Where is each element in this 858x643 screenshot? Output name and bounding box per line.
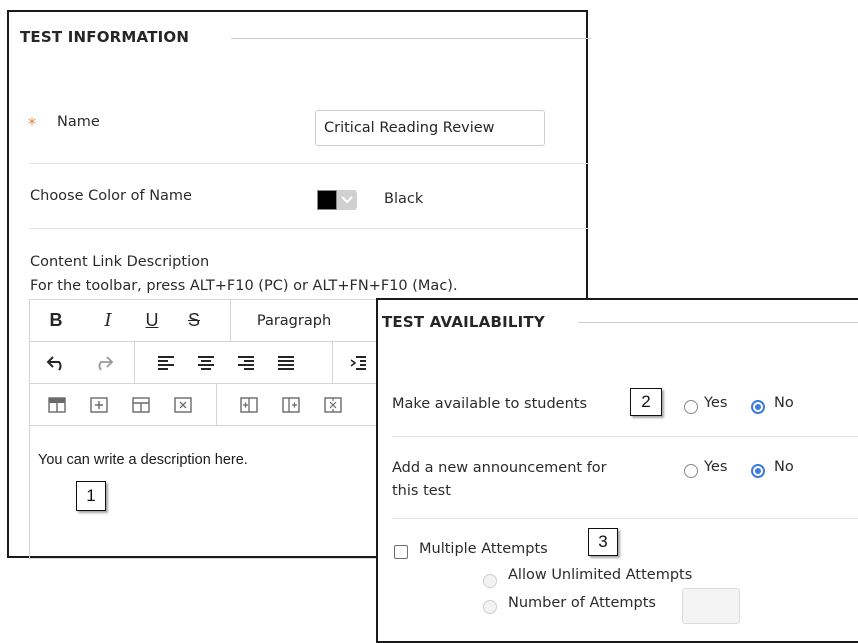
editor-content[interactable]: You can write a description here. (38, 452, 248, 468)
indent-icon[interactable] (346, 342, 370, 383)
color-swatch (317, 190, 337, 210)
color-value: Black (384, 191, 424, 207)
section-divider (578, 322, 858, 323)
delete-column-icon[interactable] (320, 384, 346, 425)
align-left-icon[interactable] (154, 342, 178, 383)
bold-button[interactable]: B (44, 300, 68, 341)
strikethrough-button[interactable]: S (182, 300, 206, 341)
toolbar-separator (216, 384, 217, 425)
color-of-name-label: Choose Color of Name (30, 188, 192, 204)
justify-icon[interactable] (274, 342, 298, 383)
toolbar-hint: For the toolbar, press ALT+F10 (PC) or A… (30, 278, 458, 294)
paragraph-format-dropdown[interactable]: Paragraph (244, 300, 344, 341)
row-divider (392, 518, 858, 519)
color-picker[interactable] (317, 190, 357, 210)
allow-unlimited-attempts-radio[interactable] (483, 574, 497, 588)
make-available-yes-radio[interactable] (684, 400, 698, 414)
chevron-down-icon[interactable] (337, 190, 357, 210)
callout-2: 2 (630, 388, 662, 416)
content-link-description-label: Content Link Description (30, 254, 210, 270)
align-right-icon[interactable] (234, 342, 258, 383)
number-of-attempts-input[interactable] (682, 588, 740, 624)
name-label: Name (57, 114, 100, 130)
make-available-no-label: No (774, 395, 794, 411)
table-row-icon[interactable] (128, 384, 154, 425)
table-delete-icon[interactable] (170, 384, 196, 425)
insert-column-right-icon[interactable] (278, 384, 304, 425)
required-asterisk: * (28, 114, 36, 133)
undo-icon[interactable] (44, 342, 70, 383)
make-available-label: Make available to students (392, 396, 588, 412)
toolbar-separator (134, 342, 135, 383)
callout-1: 1 (76, 481, 106, 511)
make-available-yes-label: Yes (704, 395, 728, 411)
redo-icon[interactable] (90, 342, 116, 383)
test-information-title: TEST INFORMATION (20, 28, 190, 46)
align-center-icon[interactable] (194, 342, 218, 383)
announcement-yes-label: Yes (704, 459, 728, 475)
make-available-no-radio[interactable] (751, 400, 765, 414)
toolbar-separator (230, 300, 231, 341)
name-input[interactable]: Critical Reading Review (315, 110, 545, 146)
announcement-yes-radio[interactable] (684, 464, 698, 478)
multiple-attempts-checkbox[interactable] (394, 545, 408, 559)
multiple-attempts-label: Multiple Attempts (419, 541, 548, 557)
test-availability-title: TEST AVAILABILITY (382, 313, 545, 331)
underline-button[interactable]: U (140, 300, 164, 341)
announcement-label-line2: this test (392, 483, 451, 499)
announcement-label-line1: Add a new announcement for (392, 460, 607, 476)
italic-button[interactable]: I (96, 300, 120, 341)
allow-unlimited-attempts-label: Allow Unlimited Attempts (508, 567, 693, 583)
toolbar-separator (332, 342, 333, 383)
number-of-attempts-label: Number of Attempts (508, 595, 656, 611)
section-divider (231, 38, 591, 39)
table-cell-icon[interactable] (86, 384, 112, 425)
announcement-no-label: No (774, 459, 794, 475)
callout-3: 3 (588, 528, 618, 556)
table-icon[interactable] (44, 384, 70, 425)
row-divider (29, 163, 589, 164)
number-of-attempts-radio[interactable] (483, 600, 497, 614)
row-divider (392, 436, 858, 437)
test-availability-panel: TEST AVAILABILITY Make available to stud… (376, 298, 858, 643)
row-divider (29, 228, 589, 229)
announcement-no-radio[interactable] (751, 464, 765, 478)
insert-column-left-icon[interactable] (236, 384, 262, 425)
